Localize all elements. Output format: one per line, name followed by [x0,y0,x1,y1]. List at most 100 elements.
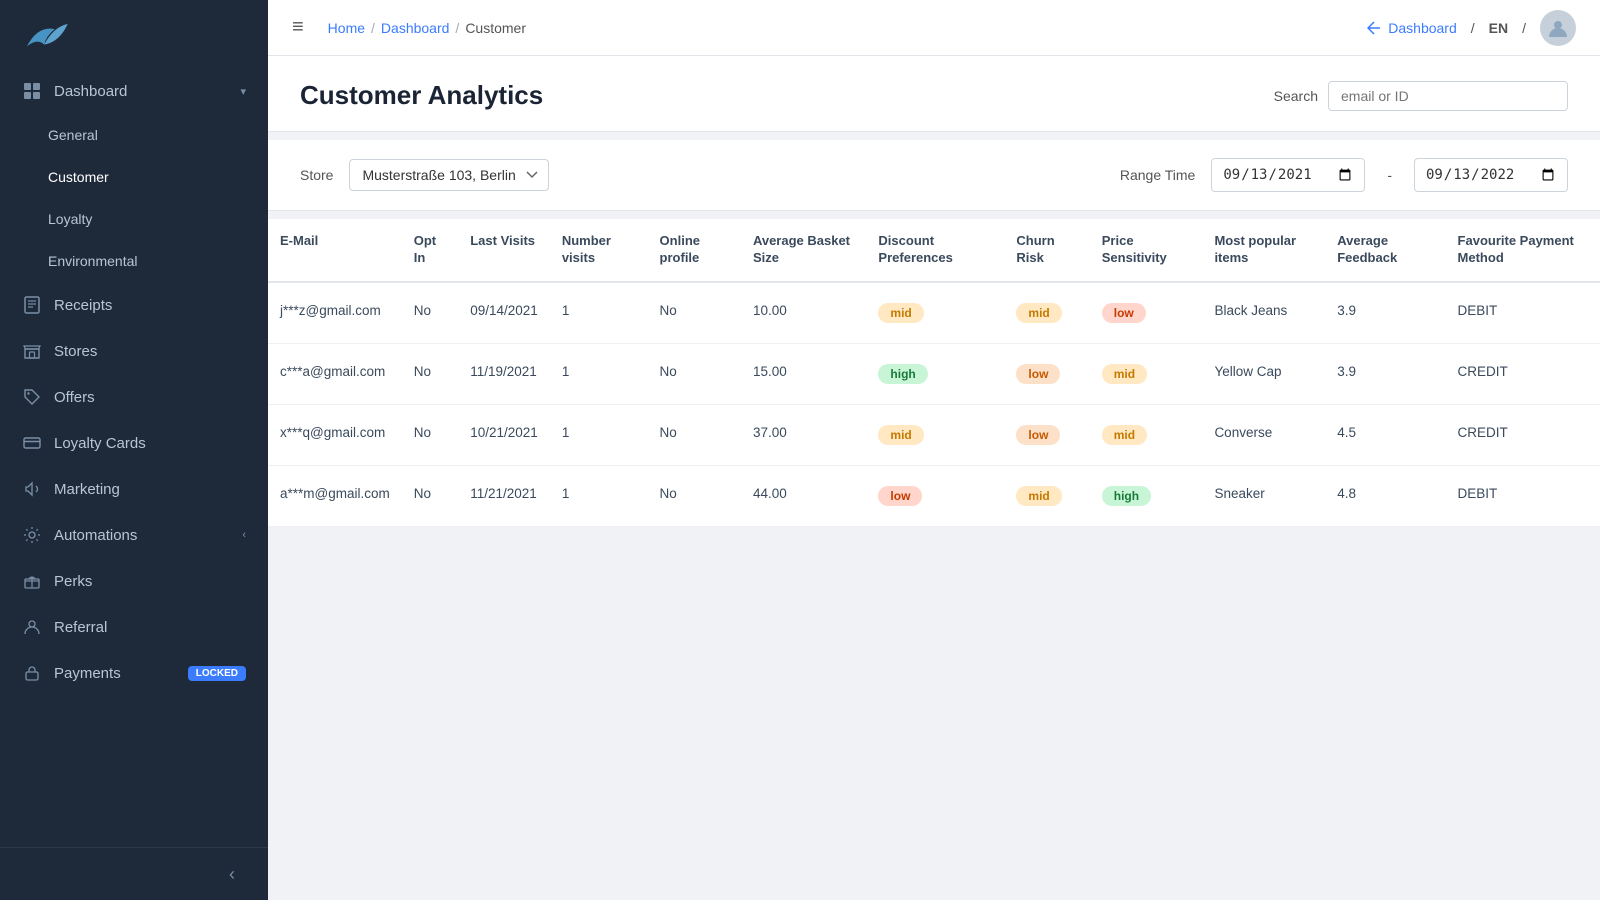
cell-discount-pref: mid [866,282,1004,344]
col-last-visits: Last Visits [458,219,550,282]
cell-online-profile: No [648,343,741,404]
sidebar-item-label: General [48,127,246,143]
breadcrumb-sep-2: / [455,20,459,36]
col-discount-pref: Discount Preferences [866,219,1004,282]
sidebar-item-general[interactable]: General [0,114,268,156]
sidebar-item-automations[interactable]: Automations ‹ [0,512,268,558]
date-range-separator: - [1387,167,1392,183]
cell-online-profile: No [648,404,741,465]
sidebar-item-perks[interactable]: Perks [0,558,268,604]
avatar[interactable] [1540,10,1576,46]
sidebar-item-label: Marketing [54,481,246,498]
date-to-input[interactable] [1414,158,1568,192]
chevron-down-icon: ▾ [240,85,246,98]
col-price-sensitivity: Price Sensitivity [1090,219,1203,282]
cell-payment-method: CREDIT [1446,404,1600,465]
cell-discount-pref: mid [866,404,1004,465]
tag-icon [22,387,42,407]
sidebar-item-label: Loyalty Cards [54,435,246,452]
table-wrapper[interactable]: E-Mail Opt In Last Visits Number visits … [268,219,1600,527]
main-content: ≡ Home / Dashboard / Customer Dashboard … [268,0,1600,900]
price-badge: mid [1102,364,1147,384]
dashboard-link[interactable]: Dashboard [1367,20,1457,36]
sidebar-collapse-area: ‹ [0,847,268,900]
col-opt-in: Opt In [402,219,459,282]
cell-avg-feedback: 4.8 [1325,465,1445,526]
sidebar-item-label: Perks [54,573,246,590]
card-icon [22,433,42,453]
date-from-input[interactable] [1211,158,1365,192]
sidebar-item-receipts[interactable]: Receipts [0,282,268,328]
content-area: Customer Analytics Search Store Musterst… [268,56,1600,900]
col-churn-risk: Churn Risk [1004,219,1089,282]
cell-last-visits: 11/21/2021 [458,465,550,526]
cell-opt-in: No [402,465,459,526]
sidebar-item-label: Stores [54,343,246,360]
search-label: Search [1274,88,1318,104]
sidebar-item-stores[interactable]: Stores [0,328,268,374]
cell-email: a***m@gmail.com [268,465,402,526]
cell-churn-risk: mid [1004,465,1089,526]
search-area: Search [1274,81,1568,111]
cell-email: j***z@gmail.com [268,282,402,344]
sidebar-item-referral[interactable]: Referral [0,604,268,650]
sidebar-item-customer[interactable]: Customer [0,156,268,198]
table-row[interactable]: c***a@gmail.com No 11/19/2021 1 No 15.00… [268,343,1600,404]
cell-popular-items: Sneaker [1202,465,1325,526]
sidebar-item-loyalty-cards[interactable]: Loyalty Cards [0,420,268,466]
cell-popular-items: Converse [1202,404,1325,465]
sidebar-item-marketing[interactable]: Marketing [0,466,268,512]
page-header: Customer Analytics Search [268,56,1600,132]
sidebar-item-label: Payments [54,665,176,682]
table-area: E-Mail Opt In Last Visits Number visits … [268,219,1600,527]
topbar-sep2: / [1522,20,1526,36]
cell-opt-in: No [402,343,459,404]
discount-badge: mid [878,425,923,445]
search-input[interactable] [1328,81,1568,111]
churn-badge: low [1016,364,1060,384]
cell-avg-basket: 44.00 [741,465,866,526]
menu-toggle-button[interactable]: ≡ [292,16,304,39]
cell-opt-in: No [402,404,459,465]
cell-number-visits: 1 [550,343,648,404]
table-body: j***z@gmail.com No 09/14/2021 1 No 10.00… [268,282,1600,527]
discount-badge: high [878,364,927,384]
grid-icon [22,81,42,101]
sidebar-item-loyalty[interactable]: Loyalty [0,198,268,240]
price-badge: low [1102,303,1146,323]
table-row[interactable]: x***q@gmail.com No 10/21/2021 1 No 37.00… [268,404,1600,465]
sidebar-item-label: Customer [48,169,246,185]
cell-online-profile: No [648,282,741,344]
sidebar-item-dashboard[interactable]: Dashboard ▾ [0,68,268,114]
table-row[interactable]: j***z@gmail.com No 09/14/2021 1 No 10.00… [268,282,1600,344]
sidebar-item-label: Loyalty [48,211,246,227]
col-avg-basket: Average Basket Size [741,219,866,282]
cell-last-visits: 10/21/2021 [458,404,550,465]
language-selector[interactable]: EN [1489,20,1508,36]
cell-opt-in: No [402,282,459,344]
topbar: ≡ Home / Dashboard / Customer Dashboard … [268,0,1600,56]
churn-badge: mid [1016,486,1061,506]
store-select[interactable]: Musterstraße 103, Berlin [349,159,549,191]
sidebar-item-environmental[interactable]: Environmental [0,240,268,282]
sidebar-item-payments[interactable]: Payments Locked [0,650,268,696]
breadcrumb-home[interactable]: Home [328,20,365,36]
breadcrumb-dashboard[interactable]: Dashboard [381,20,450,36]
cell-discount-pref: high [866,343,1004,404]
logo-area [0,0,268,68]
sidebar-item-label: Automations [54,527,230,544]
col-number-visits: Number visits [550,219,648,282]
col-popular-items: Most popular items [1202,219,1325,282]
sidebar-item-offers[interactable]: Offers [0,374,268,420]
sidebar-item-label: Referral [54,619,246,636]
col-payment-method: Favourite Payment Method [1446,219,1600,282]
customer-analytics-table: E-Mail Opt In Last Visits Number visits … [268,219,1600,527]
churn-badge: low [1016,425,1060,445]
person-icon [22,617,42,637]
table-row[interactable]: a***m@gmail.com No 11/21/2021 1 No 44.00… [268,465,1600,526]
cell-churn-risk: low [1004,343,1089,404]
cell-payment-method: DEBIT [1446,465,1600,526]
sidebar-collapse-button[interactable]: ‹ [218,860,246,888]
cell-last-visits: 09/14/2021 [458,282,550,344]
cell-last-visits: 11/19/2021 [458,343,550,404]
